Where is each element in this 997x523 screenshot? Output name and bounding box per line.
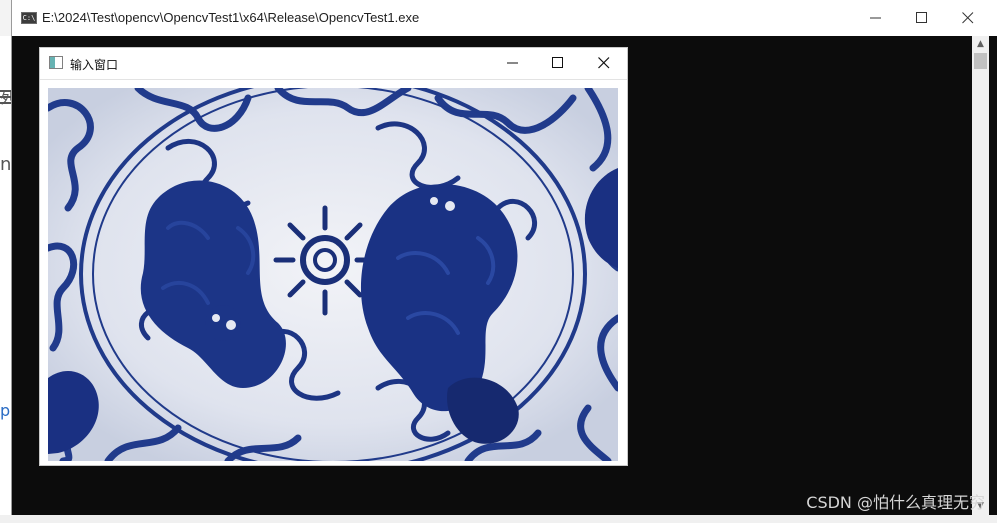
- image-maximize-button[interactable]: [535, 48, 581, 79]
- image-close-button[interactable]: [581, 48, 627, 79]
- image-window-icon: [49, 56, 63, 69]
- close-icon: [598, 57, 610, 69]
- console-titlebar[interactable]: C:\ E:\2024\Test\opencv\OpencvTest1\x64\…: [12, 0, 997, 36]
- taskbar-strip: [0, 515, 997, 523]
- console-scrollbar[interactable]: ▲ ▼: [972, 36, 989, 515]
- console-minimize-button[interactable]: [853, 0, 899, 36]
- porcelain-plate-image: [48, 88, 618, 461]
- image-window-titlebar[interactable]: 输入窗口: [40, 48, 627, 80]
- console-window-title: E:\2024\Test\opencv\OpencvTest1\x64\Rele…: [42, 10, 420, 25]
- console-maximize-button[interactable]: [899, 0, 945, 36]
- close-icon: [962, 12, 974, 24]
- scroll-up-arrow-icon[interactable]: ▲: [972, 36, 989, 53]
- scroll-thumb[interactable]: [974, 53, 987, 69]
- porcelain-plate-illustration: [48, 88, 618, 461]
- image-window: 输入窗口: [40, 48, 627, 465]
- image-minimize-button[interactable]: [490, 48, 536, 79]
- console-close-button[interactable]: [945, 0, 991, 36]
- csdn-watermark: CSDN @怕什么真理无穷: [806, 493, 985, 512]
- maximize-icon: [916, 12, 927, 23]
- image-window-title: 输入窗口: [70, 58, 119, 72]
- desktop: 列 nc pe C:\ E:\2024\Test\opencv\OpencvTe…: [0, 0, 997, 523]
- minimize-icon: [870, 17, 881, 19]
- maximize-icon: [552, 57, 563, 68]
- minimize-icon: [507, 62, 518, 64]
- console-app-icon: C:\: [21, 12, 37, 24]
